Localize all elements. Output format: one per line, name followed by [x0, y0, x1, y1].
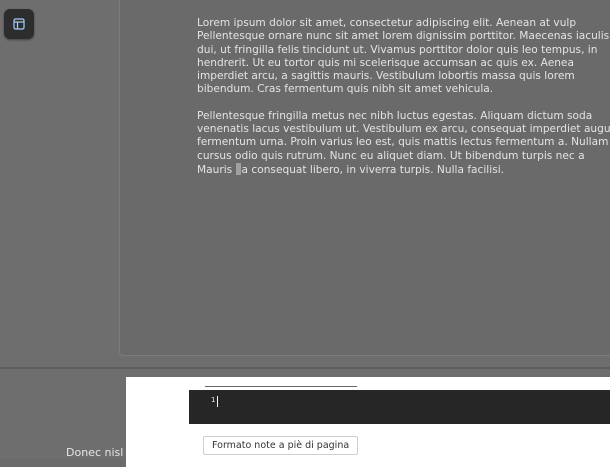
footnote-format-button[interactable]: Formato note a piè di pagina: [203, 436, 359, 455]
text-line-with-anchor: Mauris a consequat libero, in viverra tu…: [197, 162, 610, 177]
text-fragment: a consequat libero, in viverra turpis. N…: [241, 163, 505, 176]
text-line: cursus odio quis rutrum. Nunc eu aliquet…: [197, 149, 585, 162]
text-line: venenatis lacus vestibulum ut. Vestibulu…: [197, 123, 610, 136]
document-body[interactable]: Lorem ipsum dolor sit amet, consectetur …: [197, 17, 610, 190]
previous-page-text: Donec nisl: [66, 446, 124, 459]
text-line: imperdiet arcu, a sagittis mauris. Vesti…: [197, 70, 575, 83]
sidebar-toggle-button[interactable]: [4, 9, 34, 39]
footnote-editor[interactable]: 1: [189, 390, 610, 424]
text-cursor: [217, 396, 218, 407]
footnote-anchor-marker[interactable]: [235, 162, 241, 175]
text-line: dui, ut fringilla felis tincidunt ut. Vi…: [197, 43, 598, 56]
paragraph-2[interactable]: Pellentesque fringilla metus nec nibh lu…: [197, 110, 610, 177]
text-line: Pellentesque fringilla metus nec nibh lu…: [197, 109, 593, 122]
text-line: hendrerit. Ut eu tortor quis mi sceleris…: [197, 56, 574, 69]
sidebar-panel-icon: [13, 18, 25, 30]
text-line: fermentum urna. Proin varius leo est, qu…: [197, 136, 609, 149]
paragraph-1[interactable]: Lorem ipsum dolor sit amet, consectetur …: [197, 17, 610, 97]
text-line: Pellentesque ornare nunc sit amet lorem …: [197, 30, 610, 43]
footnote-separator: [205, 386, 357, 387]
footnote-number: 1: [211, 396, 216, 404]
text-line: bibendum. Cras fermentum quis nibh sit a…: [197, 83, 494, 96]
text-line: Lorem ipsum dolor sit amet, consectetur …: [197, 17, 577, 29]
text-fragment: Mauris: [197, 163, 236, 176]
